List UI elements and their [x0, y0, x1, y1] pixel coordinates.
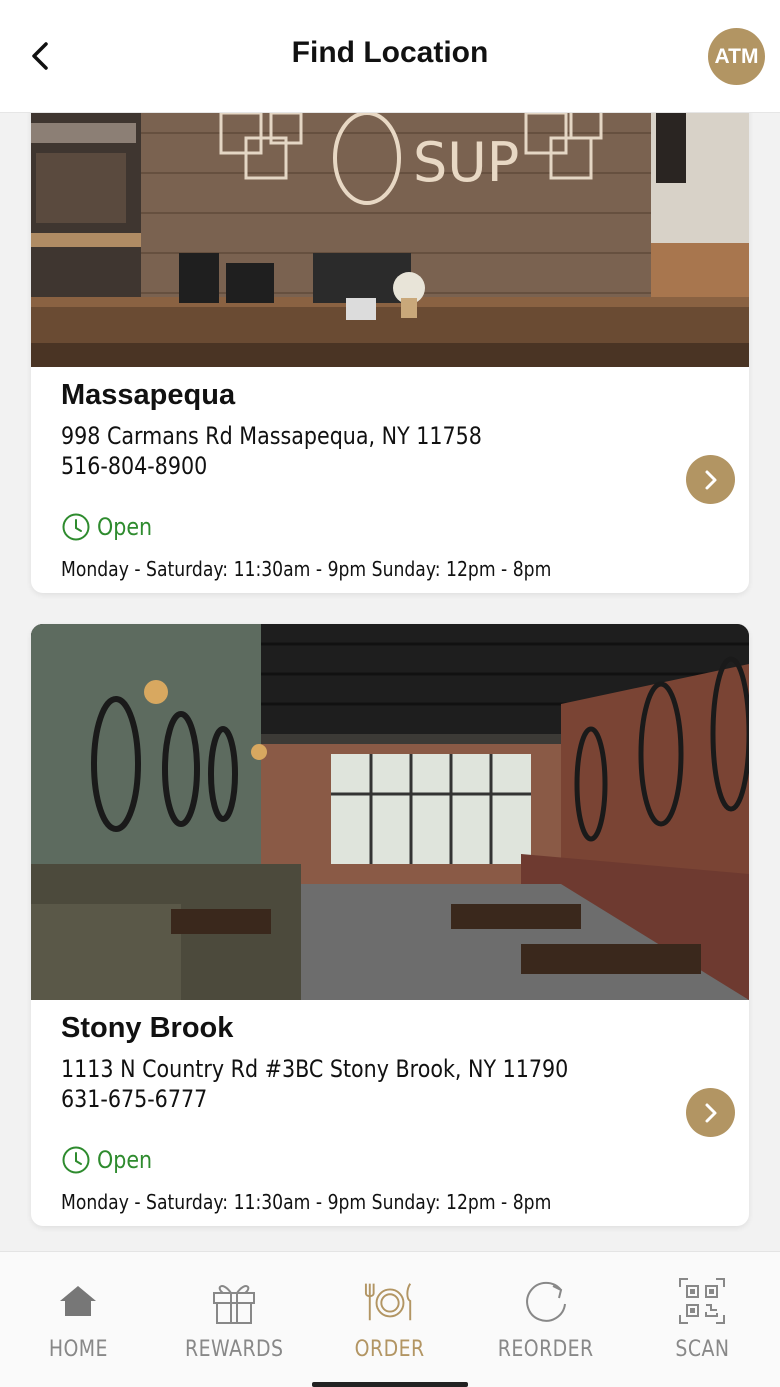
nav-label-rewards: REWARDS	[184, 1337, 284, 1362]
location-details: Stony Brook 1113 N Country Rd #3BC Stony…	[31, 1000, 749, 1226]
status-label: Open	[97, 1146, 153, 1174]
gift-icon	[208, 1276, 260, 1326]
location-photo	[31, 624, 749, 1000]
nav-item-rewards[interactable]: REWARDS	[156, 1252, 312, 1387]
plate-utensils-icon	[364, 1276, 416, 1326]
refresh-icon	[520, 1276, 572, 1326]
clock-icon	[62, 513, 90, 541]
location-card[interactable]: SUP Massapequa 998 Carmans Rd Massapequa…	[31, 113, 749, 593]
svg-text:SUP: SUP	[413, 131, 519, 194]
location-phone[interactable]: 516-804-8900	[61, 452, 207, 480]
avatar[interactable]: ATM	[708, 28, 765, 85]
qr-code-icon	[676, 1276, 728, 1326]
location-list[interactable]: SUP Massapequa 998 Carmans Rd Massapequa…	[0, 113, 780, 1251]
location-name: Massapequa	[61, 379, 236, 411]
chevron-right-icon	[705, 1103, 716, 1122]
nav-item-home[interactable]: HOME	[0, 1252, 156, 1387]
top-app-bar: Find Location ATM	[0, 0, 780, 113]
nav-item-reorder[interactable]: REORDER	[468, 1252, 624, 1387]
chevron-right-icon	[705, 470, 716, 489]
location-address: 1113 N Country Rd #3BC Stony Brook, NY 1…	[61, 1055, 569, 1083]
clock-icon	[62, 1146, 90, 1174]
nav-label-home: HOME	[48, 1337, 108, 1362]
location-name: Stony Brook	[61, 1012, 234, 1044]
nav-label-reorder: REORDER	[498, 1337, 594, 1362]
status-badge: Open	[61, 512, 161, 542]
active-tab-indicator	[312, 1382, 468, 1387]
nav-label-order: ORDER	[355, 1337, 425, 1362]
nav-item-order[interactable]: ORDER	[312, 1252, 468, 1387]
home-icon	[52, 1276, 104, 1326]
select-location-button[interactable]	[686, 1088, 735, 1137]
nav-label-scan: SCAN	[674, 1337, 730, 1362]
bottom-navigation: HOME REWARDS ORDER REORDER SCAN	[0, 1251, 780, 1387]
location-hours: Monday - Saturday: 11:30am - 9pm Sunday:…	[61, 557, 552, 581]
nav-item-scan[interactable]: SCAN	[624, 1252, 780, 1387]
location-card[interactable]: Stony Brook 1113 N Country Rd #3BC Stony…	[31, 624, 749, 1226]
status-label: Open	[97, 513, 153, 541]
select-location-button[interactable]	[686, 455, 735, 504]
location-phone[interactable]: 631-675-6777	[61, 1085, 207, 1113]
status-badge: Open	[61, 1145, 161, 1175]
location-hours: Monday - Saturday: 11:30am - 9pm Sunday:…	[61, 1190, 552, 1214]
page-title: Find Location	[291, 36, 489, 69]
location-address: 998 Carmans Rd Massapequa, NY 11758	[61, 422, 482, 450]
location-details: Massapequa 998 Carmans Rd Massapequa, NY…	[31, 367, 749, 593]
location-photo: SUP	[31, 113, 749, 367]
